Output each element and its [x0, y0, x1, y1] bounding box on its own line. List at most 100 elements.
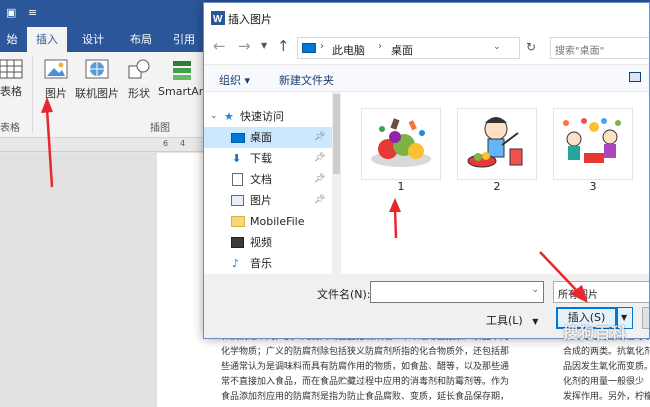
up-arrow-icon[interactable]: ↑: [277, 37, 290, 55]
people-party-image-icon: [563, 118, 621, 163]
navigation-pane: ⌄ ★ 快速访问 桌面 📌︎ ⬇ 下载 📌︎ 文档 📌︎ 图片 📌︎ Mobil…: [204, 92, 340, 274]
recent-locations-chevron-icon[interactable]: ▼: [261, 41, 267, 50]
doc-text-line: 食品添加剂应用的防腐剂是指为防止食品腐败、变质，延长食品保存期，: [221, 392, 510, 402]
breadcrumb-separator-icon: ›: [378, 41, 382, 52]
tab-layout[interactable]: 布局: [118, 27, 164, 52]
person-cooking-image-icon: [467, 117, 523, 168]
pin-icon: 📌︎: [314, 132, 326, 142]
shapes-button[interactable]: 形状: [120, 58, 158, 101]
picture-icon: [44, 59, 68, 79]
online-picture-label: 联机图片: [75, 87, 119, 100]
new-folder-button[interactable]: 新建文件夹: [279, 72, 334, 88]
nav-scrollbar-thumb[interactable]: [333, 94, 340, 174]
nav-item-label: MobileFile: [250, 215, 305, 228]
doc-text-line: 化剂的用量一般很少（0.002: [563, 377, 650, 387]
nav-mobilefile[interactable]: MobileFile: [204, 211, 332, 232]
online-picture-button[interactable]: 联机图片: [74, 58, 120, 101]
filename-input[interactable]: ⌄: [370, 281, 544, 303]
file-thumbnail-2[interactable]: [457, 108, 537, 180]
refresh-icon[interactable]: ↻: [526, 40, 536, 54]
nav-music[interactable]: ♪ 音乐: [204, 253, 332, 274]
doc-text-line: 品因发生氧化而变质。因此: [563, 362, 650, 372]
address-bar[interactable]: › 此电脑 › 桌面 ⌄: [297, 37, 520, 59]
nav-downloads[interactable]: ⬇ 下载 📌︎: [204, 148, 332, 169]
illustrations-group-label: 插图: [150, 123, 170, 134]
desktop-icon: [231, 133, 245, 143]
search-input[interactable]: 搜索"桌面": [550, 37, 649, 59]
file-name-1[interactable]: 1: [361, 180, 441, 193]
online-picture-icon: [85, 59, 109, 79]
nav-documents[interactable]: 文档 📌︎: [204, 169, 332, 190]
nav-item-label: 视频: [250, 236, 272, 249]
tools-chevron-icon: ▼: [532, 317, 539, 326]
quick-access-menu-icon[interactable]: ≡: [28, 6, 37, 19]
pin-icon: 📌︎: [314, 195, 326, 205]
insert-dropdown-chevron-icon: ▼: [621, 313, 628, 322]
shapes-label: 形状: [128, 87, 150, 100]
back-arrow-icon[interactable]: ←: [213, 37, 226, 55]
documents-icon: [232, 173, 243, 186]
nav-item-label: 图片: [250, 194, 272, 207]
cancel-button[interactable]: [642, 307, 649, 329]
tab-references[interactable]: 引用: [166, 27, 202, 52]
filename-label: 文件名(N):: [317, 288, 371, 301]
star-icon: ★: [224, 110, 234, 123]
file-name-3[interactable]: 3: [553, 180, 633, 193]
nav-desktop[interactable]: 桌面 📌︎: [204, 127, 332, 148]
shapes-icon: [128, 59, 150, 79]
breadcrumb-this-pc[interactable]: 此电脑: [332, 42, 365, 58]
nav-item-label: 音乐: [250, 257, 272, 270]
dialog-title: 插入图片: [228, 13, 272, 26]
tab-design[interactable]: 设计: [70, 27, 116, 52]
music-icon: ♪: [232, 257, 240, 270]
nav-scrollbar[interactable]: [332, 92, 341, 274]
organize-button[interactable]: 组织 ▾: [219, 72, 250, 88]
annotation-arrow-picture: [41, 97, 54, 188]
save-icon[interactable]: ▣: [6, 6, 16, 19]
nav-videos[interactable]: 视频: [204, 232, 332, 253]
nav-item-label: 快速访问: [240, 110, 284, 123]
table-icon: [0, 59, 23, 79]
table-button[interactable]: 表格: [0, 58, 28, 99]
file-name-2[interactable]: 2: [457, 180, 537, 193]
tools-button[interactable]: 工具(L) ▼: [486, 312, 538, 328]
nav-item-label: 下载: [250, 152, 272, 165]
expand-chevron-icon[interactable]: ⌄: [210, 106, 218, 127]
doc-text-line: 合成的两类。抗氧化剂能够: [563, 347, 650, 357]
smartart-button[interactable]: SmartArt: [158, 58, 208, 98]
tables-group-label: 表格: [0, 123, 20, 134]
nav-pictures[interactable]: 图片 📌︎: [204, 190, 332, 211]
file-thumbnail-1[interactable]: [361, 108, 441, 180]
annotation-arrow-insert: [539, 251, 588, 303]
svg-text:W: W: [213, 14, 223, 25]
computer-icon: [302, 43, 316, 53]
tab-insert[interactable]: 插入: [27, 27, 67, 52]
doc-text-line: 些通常认为是调味料而具有防腐作用的物质，如食盐、醋等，以及那些通: [221, 362, 510, 372]
nav-quick-access[interactable]: ⌄ ★ 快速访问: [204, 106, 332, 127]
smartart-icon: [173, 61, 191, 80]
nav-item-label: 桌面: [250, 131, 272, 144]
tab-home[interactable]: 始: [0, 27, 24, 52]
pin-icon: 📌︎: [314, 153, 326, 163]
tools-label: 工具(L): [486, 314, 523, 327]
address-dropdown-chevron-icon[interactable]: ⌄: [493, 42, 501, 52]
download-icon: ⬇: [232, 152, 242, 165]
ruler-number: 4: [180, 139, 186, 148]
view-options-icon[interactable]: [629, 72, 641, 82]
breadcrumb-desktop[interactable]: 桌面: [391, 42, 413, 58]
dialog-toolbar: 组织 ▾ 新建文件夹: [204, 64, 649, 92]
food-image-icon: [371, 118, 431, 167]
pin-icon: 📌︎: [314, 174, 326, 184]
forward-arrow-icon[interactable]: →: [238, 37, 251, 55]
folder-icon: [231, 216, 245, 227]
word-app-icon: W: [211, 11, 225, 25]
ruler-number: 6: [163, 139, 169, 148]
doc-text-line: 化学物质；广义的防腐剂除包括狭义防腐剂所指的化合物质外，还包括那: [221, 347, 510, 357]
nav-item-label: 文档: [250, 173, 272, 186]
video-icon: [231, 237, 244, 248]
file-thumbnail-3[interactable]: [553, 108, 633, 180]
smartart-label: SmartArt: [158, 85, 208, 98]
doc-text-line: 常不直接加入食品，而在食品贮藏过程中应用的消毒剂和防霉剂等。作为: [221, 377, 510, 387]
table-label: 表格: [0, 85, 22, 98]
group-divider: [32, 56, 33, 132]
